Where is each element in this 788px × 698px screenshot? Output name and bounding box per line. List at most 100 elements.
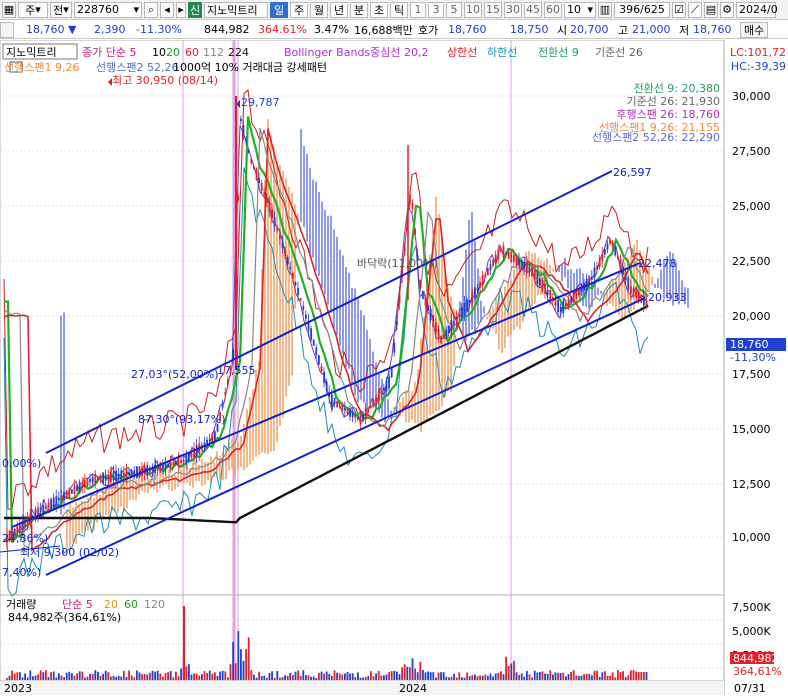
- volume-bar: [489, 673, 492, 680]
- candle-body: [97, 477, 99, 480]
- volume-bar: [201, 674, 203, 680]
- candle-body: [289, 267, 292, 270]
- tab-yearly[interactable]: 년: [330, 1, 348, 18]
- gear-icon[interactable]: ⚙: [720, 1, 734, 18]
- legend-lc: LC:101,72: [730, 46, 786, 59]
- interval-30[interactable]: 30: [504, 1, 522, 18]
- candle-body: [468, 300, 471, 304]
- cloud-bar: [243, 423, 245, 471]
- volume-bar: [645, 672, 648, 680]
- buy-button[interactable]: 매수: [740, 22, 769, 38]
- interval-10[interactable]: 10: [464, 1, 482, 18]
- interval-45[interactable]: 45: [524, 1, 542, 18]
- volume-ma120: 120: [144, 598, 165, 611]
- speaker-icon[interactable]: ◂: [160, 1, 174, 18]
- volume-bar: [448, 677, 450, 680]
- volume-bar: [39, 670, 42, 680]
- tab-second[interactable]: 초: [370, 1, 388, 18]
- volume-ma-label: 단순 5: [62, 598, 93, 611]
- candle-body: [175, 461, 177, 465]
- candle-body: [263, 191, 266, 196]
- legend-hc: HC:-39,39: [731, 60, 786, 73]
- grid-icon[interactable]: ▥: [598, 1, 612, 18]
- volume-bar: [455, 677, 458, 680]
- candle-body: [242, 125, 245, 136]
- cloud-bar: [414, 381, 416, 424]
- candle-body: [195, 445, 198, 457]
- interval-5[interactable]: 5: [446, 1, 462, 18]
- cloud-bar: [564, 257, 566, 278]
- candle-body: [94, 473, 97, 485]
- annotation-angle2: 87,30°(93,17%): [138, 413, 226, 426]
- price-chart-svg[interactable]: 지노믹트리 종가 단순 5 20 60 112 224 10 Bollinger…: [0, 39, 788, 695]
- candle-body: [253, 166, 255, 169]
- candle-body: [164, 463, 167, 469]
- candle-body: [570, 297, 572, 302]
- interval-15[interactable]: 15: [484, 1, 502, 18]
- volume-bar: [468, 676, 471, 680]
- high-label: 고: [618, 23, 629, 37]
- candle-body: [440, 336, 442, 344]
- tab-weekly[interactable]: 주: [290, 1, 308, 18]
- volume-bar: [141, 674, 143, 680]
- expand-icon[interactable]: [0, 22, 14, 38]
- candle-body: [635, 290, 637, 298]
- volume-bar: [6, 677, 8, 680]
- chart-area[interactable]: 지노믹트리 종가 단순 5 20 60 112 224 10 Bollinger…: [0, 39, 788, 695]
- volume-bar: [544, 673, 546, 680]
- trend-tool-icon[interactable]: ⟋: [688, 1, 702, 18]
- candle-body: [89, 479, 91, 482]
- candle-body: [281, 241, 284, 249]
- legend-ma-label: 종가 단순 5: [82, 46, 136, 59]
- candle-body: [305, 314, 307, 319]
- volume-bar: [276, 670, 279, 680]
- volume-bar: [138, 672, 141, 680]
- volume-bar: [336, 672, 338, 680]
- tab-daily[interactable]: 일: [270, 1, 288, 18]
- candle-body: [375, 397, 377, 403]
- annotation-left-pct2: 24,86%): [2, 532, 48, 545]
- candle-body: [245, 139, 247, 142]
- interval-3[interactable]: 3: [428, 1, 444, 18]
- turnover-pct: 3.47%: [314, 23, 349, 36]
- interval-custom-input[interactable]: 10 ▾: [564, 1, 596, 18]
- period-select[interactable]: 전 ▾: [50, 1, 72, 18]
- tab-tick[interactable]: 틱: [390, 1, 408, 18]
- candle-body: [357, 416, 359, 420]
- volume-bar: [377, 670, 380, 680]
- interval-1[interactable]: 1: [410, 1, 426, 18]
- interval-60[interactable]: 60: [544, 1, 562, 18]
- cloud-bar: [66, 509, 68, 549]
- volume-bar: [325, 671, 328, 680]
- stock-code-input[interactable]: 228760 ▾: [74, 1, 142, 18]
- candle-body: [380, 391, 383, 395]
- tab-monthly[interactable]: 월: [310, 1, 328, 18]
- cloud-bar: [597, 287, 599, 296]
- candle-body: [632, 288, 635, 296]
- volume-bar: [533, 670, 536, 680]
- volume-bar: [619, 672, 622, 680]
- volume-bar: [60, 675, 63, 680]
- volume-bar: [370, 671, 372, 680]
- checkbox-icon[interactable]: ☑: [672, 1, 686, 18]
- volume-bar: [16, 672, 19, 680]
- volume-bar: [585, 673, 588, 680]
- low-price: 18,760: [693, 23, 732, 36]
- volume-bar: [518, 675, 520, 680]
- chart-type-select[interactable]: 주 ▾: [18, 1, 48, 18]
- candle-body: [505, 252, 507, 255]
- prev-arrow-icon[interactable]: ▸: [176, 1, 186, 18]
- menu-icon[interactable]: ▦: [2, 1, 16, 18]
- volume-bar: [367, 675, 370, 680]
- volume-bar: [55, 677, 58, 680]
- save-icon[interactable]: ▤: [704, 1, 718, 18]
- candle-body: [338, 404, 341, 407]
- volume-bar: [206, 673, 208, 680]
- candle-body: [448, 325, 450, 333]
- date-input[interactable]: 2024/0: [736, 1, 778, 18]
- tab-minute[interactable]: 분: [350, 1, 368, 18]
- volume-bar: [281, 677, 284, 680]
- search-icon[interactable]: ⌕: [144, 1, 158, 18]
- volume-bar: [375, 673, 377, 680]
- volume-bar: [177, 676, 180, 680]
